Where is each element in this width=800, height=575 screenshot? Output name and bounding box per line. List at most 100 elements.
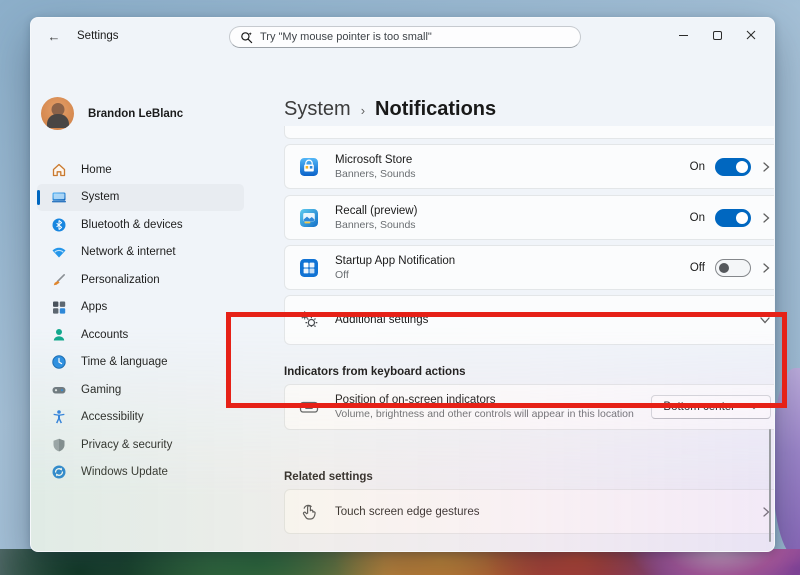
startup-app-toggle[interactable] bbox=[715, 259, 751, 277]
sidebar-item-home[interactable]: Home bbox=[37, 156, 244, 183]
row-title: Recall (preview) bbox=[335, 205, 690, 217]
sidebar-item-privacy[interactable]: Privacy & security bbox=[37, 431, 244, 458]
toggle-state-label: On bbox=[690, 212, 705, 224]
back-arrow-icon: ← bbox=[48, 29, 61, 44]
gaming-icon bbox=[51, 382, 67, 398]
search-box[interactable] bbox=[229, 26, 581, 48]
bluetooth-icon bbox=[51, 217, 67, 233]
row-text: Position of on-screen indicators Volume,… bbox=[335, 394, 651, 420]
sidebar-item-label: System bbox=[81, 191, 119, 203]
time-language-icon bbox=[51, 354, 67, 370]
sidebar-item-label: Windows Update bbox=[81, 466, 168, 478]
breadcrumb: System › Notifications bbox=[284, 98, 496, 121]
sidebar-item-label: Home bbox=[81, 164, 112, 176]
gears-icon bbox=[299, 310, 319, 330]
row-text: Startup App Notification Off bbox=[335, 255, 690, 281]
window-controls bbox=[666, 22, 768, 48]
sidebar-item-time-language[interactable]: Time & language bbox=[37, 349, 244, 376]
privacy-icon bbox=[51, 437, 67, 453]
close-button[interactable] bbox=[734, 22, 768, 48]
minimize-icon bbox=[679, 35, 688, 36]
dropdown-value: Bottom center bbox=[663, 401, 735, 413]
sidebar-item-bluetooth[interactable]: Bluetooth & devices bbox=[37, 211, 244, 238]
row-subtitle: Volume, brightness and other controls wi… bbox=[335, 408, 651, 420]
wallpaper-bloom bbox=[0, 549, 800, 575]
sidebar-nav: Home System bbox=[37, 156, 244, 486]
settings-window: ← Settings bbox=[30, 17, 775, 552]
network-icon bbox=[51, 244, 67, 260]
chevron-down-icon bbox=[759, 315, 771, 325]
row-text: Touch screen edge gestures bbox=[335, 506, 761, 518]
sidebar-item-label: Bluetooth & devices bbox=[81, 219, 183, 231]
search-input[interactable] bbox=[260, 31, 570, 43]
breadcrumb-root[interactable]: System bbox=[284, 98, 351, 121]
touch-icon bbox=[299, 502, 319, 522]
chevron-down-icon bbox=[749, 403, 759, 411]
osd-position-dropdown[interactable]: Bottom center bbox=[651, 395, 771, 419]
app-title: Settings bbox=[77, 30, 119, 42]
section-header-indicators: Indicators from keyboard actions bbox=[284, 366, 466, 378]
titlebar: ← Settings bbox=[31, 18, 774, 56]
row-subtitle: Off bbox=[335, 269, 690, 281]
sidebar: Brandon LeBlanc Home bbox=[31, 56, 254, 551]
chevron-right-icon bbox=[761, 212, 771, 224]
notification-row-startup-app[interactable]: Startup App Notification Off Off bbox=[284, 245, 775, 290]
sidebar-item-network[interactable]: Network & internet bbox=[37, 239, 244, 266]
sidebar-item-system[interactable]: System bbox=[37, 184, 244, 211]
home-icon bbox=[51, 162, 67, 178]
user-name: Brandon LeBlanc bbox=[88, 108, 183, 120]
sidebar-item-label: Personalization bbox=[81, 274, 160, 286]
page-title: Notifications bbox=[375, 98, 496, 121]
personalization-icon bbox=[51, 272, 67, 288]
row-title: Microsoft Store bbox=[335, 154, 690, 166]
sidebar-item-label: Time & language bbox=[81, 356, 168, 368]
sidebar-item-label: Accessibility bbox=[81, 411, 144, 423]
sidebar-item-label: Network & internet bbox=[81, 246, 176, 258]
row-title: Position of on-screen indicators bbox=[335, 394, 651, 406]
sidebar-item-personalization[interactable]: Personalization bbox=[37, 266, 244, 293]
osd-position-row: Position of on-screen indicators Volume,… bbox=[284, 384, 775, 430]
startup-app-icon bbox=[299, 258, 319, 278]
close-icon bbox=[746, 30, 756, 40]
partial-card bbox=[284, 126, 775, 139]
row-text: Microsoft Store Banners, Sounds bbox=[335, 154, 690, 180]
row-title: Touch screen edge gestures bbox=[335, 506, 761, 518]
sidebar-item-accessibility[interactable]: Accessibility bbox=[37, 404, 244, 431]
wallpaper-bloom-petal bbox=[772, 368, 800, 556]
accessibility-icon bbox=[51, 409, 67, 425]
row-subtitle: Banners, Sounds bbox=[335, 168, 690, 180]
additional-settings-expander[interactable]: Additional settings bbox=[284, 295, 775, 345]
maximize-button[interactable] bbox=[700, 22, 734, 48]
recall-icon bbox=[299, 208, 319, 228]
sidebar-item-gaming[interactable]: Gaming bbox=[37, 376, 244, 403]
system-icon bbox=[51, 189, 67, 205]
sidebar-item-accounts[interactable]: Accounts bbox=[37, 321, 244, 348]
osd-indicator-icon bbox=[299, 397, 319, 417]
main-content: System › Notifications Microsof bbox=[254, 56, 774, 551]
accounts-icon bbox=[51, 327, 67, 343]
chevron-right-icon bbox=[761, 161, 771, 173]
back-button[interactable]: ← bbox=[41, 24, 67, 48]
chevron-right-icon bbox=[761, 262, 771, 274]
apps-icon bbox=[51, 299, 67, 315]
desktop-background: ← Settings bbox=[0, 0, 800, 575]
notification-row-microsoft-store[interactable]: Microsoft Store Banners, Sounds On bbox=[284, 144, 775, 189]
windows-update-icon bbox=[51, 464, 67, 480]
sidebar-item-apps[interactable]: Apps bbox=[37, 294, 244, 321]
search-icon bbox=[240, 31, 253, 44]
notification-row-recall[interactable]: Recall (preview) Banners, Sounds On bbox=[284, 195, 775, 240]
sidebar-item-label: Privacy & security bbox=[81, 439, 172, 451]
row-subtitle: Banners, Sounds bbox=[335, 219, 690, 231]
user-profile[interactable]: Brandon LeBlanc bbox=[41, 97, 183, 130]
avatar bbox=[41, 97, 74, 130]
touch-gestures-row[interactable]: Touch screen edge gestures bbox=[284, 489, 775, 534]
minimize-button[interactable] bbox=[666, 22, 700, 48]
toggle-state-label: On bbox=[690, 161, 705, 173]
vertical-scrollbar[interactable] bbox=[769, 429, 771, 542]
maximize-icon bbox=[713, 31, 722, 40]
sidebar-item-label: Gaming bbox=[81, 384, 121, 396]
recall-toggle[interactable] bbox=[715, 209, 751, 227]
section-header-related-settings: Related settings bbox=[284, 471, 373, 483]
sidebar-item-windows-update[interactable]: Windows Update bbox=[37, 459, 244, 486]
microsoft-store-toggle[interactable] bbox=[715, 158, 751, 176]
